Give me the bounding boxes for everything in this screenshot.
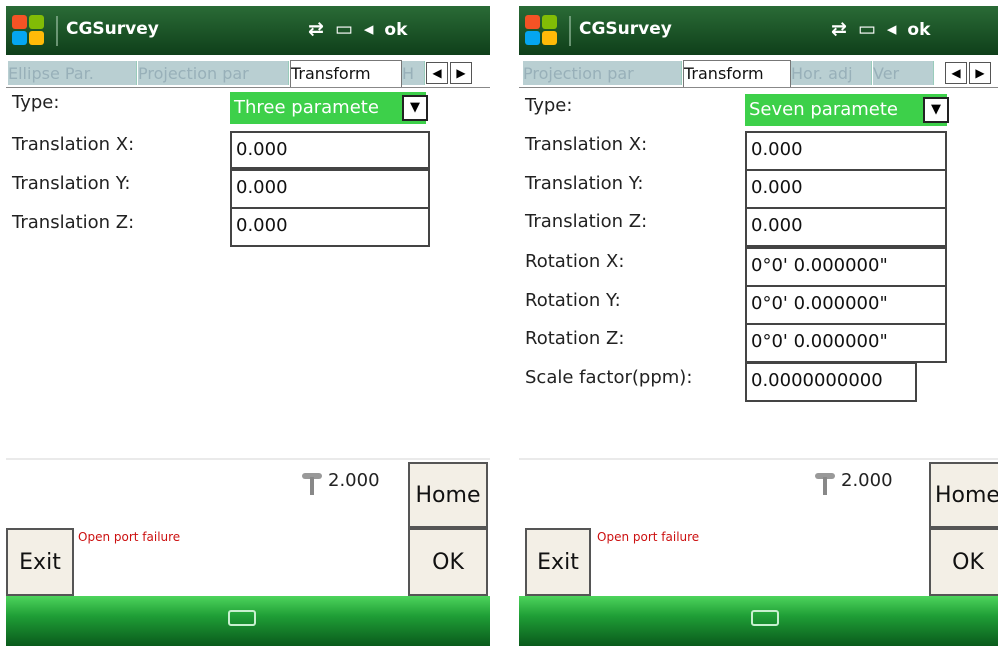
home-button[interactable]: Home [408,462,488,528]
tab-projection-par[interactable]: Projection par [138,61,289,85]
tab-left-arrow-icon[interactable]: ◀ [945,62,967,84]
tab-strip: Ellipse Par. Projection par Transform H … [6,57,490,88]
rotation-z-label: Rotation Z: [525,328,625,349]
translation-z-label: Translation Z: [12,212,135,233]
translation-z-input[interactable]: 0.000 [230,207,430,247]
rotation-z-input[interactable]: 0°0' 0.000000" [745,323,947,363]
tab-ellipse-par[interactable]: Ellipse Par. [8,61,137,85]
tab-transform[interactable]: Transform [683,60,791,87]
tab-scroll-arrows: ◀ ▶ [945,62,993,84]
ok-button[interactable]: OK [929,528,998,596]
taskbar [6,596,490,646]
translation-y-input[interactable]: 0.000 [230,169,430,209]
title-separator [56,16,58,46]
translation-z-label: Translation Z: [525,211,648,232]
tab-strip: Projection par Transform Hor. adj Ver ◀ … [519,57,998,88]
translation-x-label: Translation X: [525,134,648,155]
rotation-y-label: Rotation Y: [525,290,621,311]
keyboard-icon[interactable] [228,610,256,626]
translation-y-input[interactable]: 0.000 [745,169,947,209]
translation-y-label: Translation Y: [525,173,644,194]
divider [519,458,998,460]
system-tray: ⇄ ▭ ◂ ok [308,18,418,40]
antenna-icon [302,471,324,495]
status-message: Open port failure [597,530,700,544]
tab-right-arrow-icon[interactable]: ▶ [450,62,472,84]
tab-transform[interactable]: Transform [290,60,402,87]
antenna-height: 2.000 [328,470,380,491]
volume-icon[interactable]: ◂ [887,18,897,40]
title-bar: CGSurvey ⇄ ▭ ◂ ok [6,6,490,55]
rotation-y-input[interactable]: 0°0' 0.000000" [745,285,947,325]
dropdown-arrow-icon[interactable]: ▼ [923,97,949,123]
translation-x-input[interactable]: 0.000 [745,131,947,171]
ok-title-button[interactable]: ok [907,20,930,40]
tab-projection-par[interactable]: Projection par [523,61,682,85]
tab-hor-adj[interactable]: Hor. adj [791,61,872,85]
title-bar: CGSurvey ⇄ ▭ ◂ ok [519,6,998,55]
rotation-x-input[interactable]: 0°0' 0.000000" [745,247,947,287]
battery-icon[interactable]: ▭ [335,18,353,40]
tab-ver[interactable]: Ver [873,61,934,85]
app-title: CGSurvey [66,19,159,39]
antenna-height: 2.000 [841,470,893,491]
status-message: Open port failure [78,530,181,544]
screen-three-parameter: CGSurvey ⇄ ▭ ◂ ok Ellipse Par. Projection p… [6,0,490,646]
keyboard-icon[interactable] [751,610,779,626]
app-title: CGSurvey [579,19,672,39]
title-separator [569,16,571,46]
home-button[interactable]: Home [929,462,998,528]
tab-h[interactable]: H [402,61,425,85]
divider [6,458,490,460]
translation-y-label: Translation Y: [12,173,131,194]
scale-factor-label: Scale factor(ppm): [525,367,693,388]
translation-x-label: Translation X: [12,134,135,155]
screen-seven-parameter: CGSurvey ⇄ ▭ ◂ ok Projection par Transform … [519,0,998,646]
antenna-icon [815,471,837,495]
volume-icon[interactable]: ◂ [364,18,374,40]
translation-x-input[interactable]: 0.000 [230,131,430,169]
connectivity-icon[interactable]: ⇄ [831,18,847,40]
translation-z-input[interactable]: 0.000 [745,207,947,247]
type-select[interactable]: Seven paramete [745,94,947,126]
tab-right-arrow-icon[interactable]: ▶ [969,62,991,84]
connectivity-icon[interactable]: ⇄ [308,18,324,40]
scale-factor-input[interactable]: 0.0000000000 [745,362,917,402]
battery-icon[interactable]: ▭ [858,18,876,40]
windows-start-icon[interactable] [12,15,46,47]
exit-button[interactable]: Exit [6,528,74,596]
exit-button[interactable]: Exit [525,528,591,596]
dropdown-arrow-icon[interactable]: ▼ [402,95,428,121]
ok-title-button[interactable]: ok [384,20,407,40]
type-label: Type: [12,92,60,113]
type-select[interactable]: Three paramete [230,92,426,124]
system-tray: ⇄ ▭ ◂ ok [831,18,941,40]
windows-start-icon[interactable] [525,15,559,47]
rotation-x-label: Rotation X: [525,251,625,272]
type-label: Type: [525,95,573,116]
taskbar [519,596,998,646]
tab-left-arrow-icon[interactable]: ◀ [426,62,448,84]
ok-button[interactable]: OK [408,528,488,596]
tab-scroll-arrows: ◀ ▶ [426,62,474,84]
